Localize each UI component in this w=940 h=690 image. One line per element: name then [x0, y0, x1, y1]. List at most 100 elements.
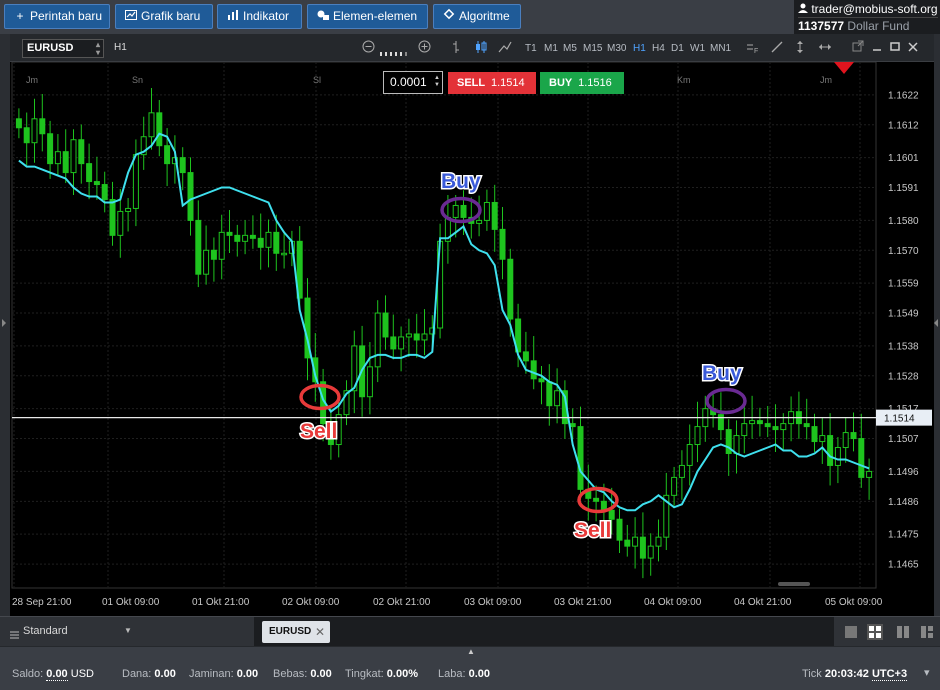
maximize-icon[interactable] — [890, 40, 900, 56]
right-panel-handle[interactable] — [934, 34, 940, 616]
candle-body — [819, 435, 826, 443]
vertical-line-tool-icon[interactable] — [793, 40, 807, 58]
buy-annotation-label: Buy — [702, 362, 742, 385]
candle-body — [249, 234, 256, 239]
x-tick-label: 02 Okt 09:00 — [282, 597, 340, 608]
horizontal-line-tool-icon[interactable] — [818, 40, 832, 58]
candle-body — [125, 207, 132, 212]
timeframe-m5[interactable]: M5 — [563, 43, 577, 54]
chart-line-icon — [124, 5, 138, 28]
y-tick-label: 1.1538 — [888, 341, 919, 352]
elements-button[interactable]: Elemen-elemen — [307, 4, 428, 29]
buy-annotation-label: Buy — [441, 170, 481, 193]
candle-body — [827, 435, 834, 466]
timeframe-d1[interactable]: D1 — [671, 43, 684, 54]
candle-body — [421, 333, 428, 341]
timeframe-m1[interactable]: M1 — [544, 43, 558, 54]
jaminan-status: Jaminan: 0.00 — [189, 668, 259, 680]
y-tick-label: 1.1570 — [888, 246, 919, 257]
candle-body — [164, 145, 171, 165]
minimize-icon[interactable] — [872, 40, 882, 56]
new-order-button[interactable]: + Perintah baru — [4, 4, 110, 29]
x-tick-label: 01 Okt 21:00 — [192, 597, 250, 608]
layout-single-icon[interactable] — [844, 625, 858, 639]
account-user: trader@mobius-soft.org — [798, 2, 938, 16]
user-icon — [798, 2, 811, 16]
timeframe-m30[interactable]: M30 — [607, 43, 626, 54]
candle-body — [686, 444, 693, 466]
workspace-tabs-bar: Standard ▼ EURUSD ✕ — [0, 616, 940, 647]
y-tick-label: 1.1591 — [888, 183, 919, 194]
candle-body — [460, 204, 467, 218]
zoom-out-icon[interactable] — [362, 40, 375, 57]
tab-eurusd[interactable]: EURUSD ✕ — [262, 621, 330, 643]
timeframe-h4[interactable]: H4 — [652, 43, 665, 54]
timeframe-m15[interactable]: M15 — [583, 43, 602, 54]
zoom-in-icon[interactable] — [418, 40, 431, 57]
candle-body — [70, 139, 77, 174]
algorithm-button[interactable]: Algoritme — [433, 4, 521, 29]
candle-body — [54, 151, 61, 165]
timeframe-h1[interactable]: H1 — [633, 43, 646, 54]
y-tick-label: 1.1612 — [888, 120, 919, 131]
account-info[interactable]: trader@mobius-soft.org 1137577 Dollar Fu… — [794, 0, 940, 34]
symbol-select[interactable]: EURUSD ▴ ▾ — [22, 39, 104, 58]
new-chart-button[interactable]: Grafik baru — [115, 4, 213, 29]
candle-body — [803, 423, 810, 428]
close-icon[interactable] — [908, 40, 918, 56]
candle-body — [62, 151, 69, 174]
candle-body — [554, 390, 561, 407]
popout-icon[interactable] — [852, 40, 864, 56]
candle-body — [608, 509, 615, 520]
y-tick-label: 1.1549 — [888, 309, 919, 320]
bebas-status: Bebas: 0.00 — [273, 668, 332, 680]
price-chart[interactable]: JmSnSlRbKmJm1.16221.16121.16011.15911.15… — [10, 61, 934, 616]
timeframe-t1[interactable]: T1 — [525, 43, 537, 54]
day-label: Jm — [26, 75, 38, 85]
candle-body — [593, 497, 600, 502]
account-number: 1137577 Dollar Fund — [798, 17, 938, 33]
y-tick-label: 1.1559 — [888, 279, 919, 290]
indicator-button[interactable]: Indikator — [217, 4, 302, 29]
day-label: Jm — [820, 75, 832, 85]
lot-size-input[interactable]: 0.0001 ▲ ▼ — [383, 71, 443, 94]
zoom-slider[interactable] — [380, 45, 410, 61]
candle-body — [374, 312, 381, 368]
sell-button[interactable]: SELL 1.1514 — [448, 72, 536, 94]
candle-body — [109, 198, 116, 236]
candle-body — [577, 426, 584, 490]
layout-grid-icon[interactable] — [867, 624, 883, 640]
line-chart-type-icon[interactable] — [498, 40, 512, 58]
candle-body — [15, 118, 22, 129]
layout-mixed-icon[interactable] — [920, 625, 934, 639]
candle-body — [741, 423, 748, 437]
tab-strip — [254, 617, 834, 647]
buy-button[interactable]: BUY 1.1516 — [540, 72, 624, 94]
timeframe-mn1[interactable]: MN1 — [710, 43, 731, 54]
y-tick-label: 1.1601 — [888, 153, 919, 164]
candle-body — [772, 426, 779, 431]
chart-canvas[interactable]: JmSnSlRbKmJm1.16221.16121.16011.15911.15… — [10, 61, 934, 616]
timezone-dropdown-icon[interactable]: ▾ — [924, 666, 930, 679]
current-price-label: 1.1514 — [884, 414, 915, 425]
bar-chart-type-icon[interactable] — [451, 40, 461, 58]
candle-chart-type-icon[interactable] — [475, 40, 487, 58]
close-tab-icon[interactable]: ✕ — [315, 621, 325, 643]
left-panel-handle[interactable] — [0, 34, 10, 616]
timeframe-w1[interactable]: W1 — [690, 43, 705, 54]
chevron-down-icon[interactable]: ▼ — [124, 626, 132, 635]
expand-panel-icon[interactable]: ▲ — [467, 647, 475, 656]
x-tick-label: 03 Okt 09:00 — [464, 597, 522, 608]
text-tool-icon[interactable]: F — [745, 40, 759, 58]
layout-select[interactable]: Standard — [23, 625, 68, 637]
spinner-icon[interactable]: ▲ ▼ — [434, 75, 440, 89]
server-time: Tick 20:03:42 UTC+3 — [802, 668, 908, 681]
candle-body — [655, 536, 662, 547]
menu-icon[interactable] — [10, 626, 19, 644]
trendline-tool-icon[interactable] — [770, 40, 784, 58]
x-tick-label: 04 Okt 09:00 — [644, 597, 702, 608]
candle-body — [86, 163, 93, 183]
y-tick-label: 1.1507 — [888, 434, 919, 445]
candle-body — [647, 545, 654, 559]
layout-columns-icon[interactable] — [896, 625, 910, 639]
